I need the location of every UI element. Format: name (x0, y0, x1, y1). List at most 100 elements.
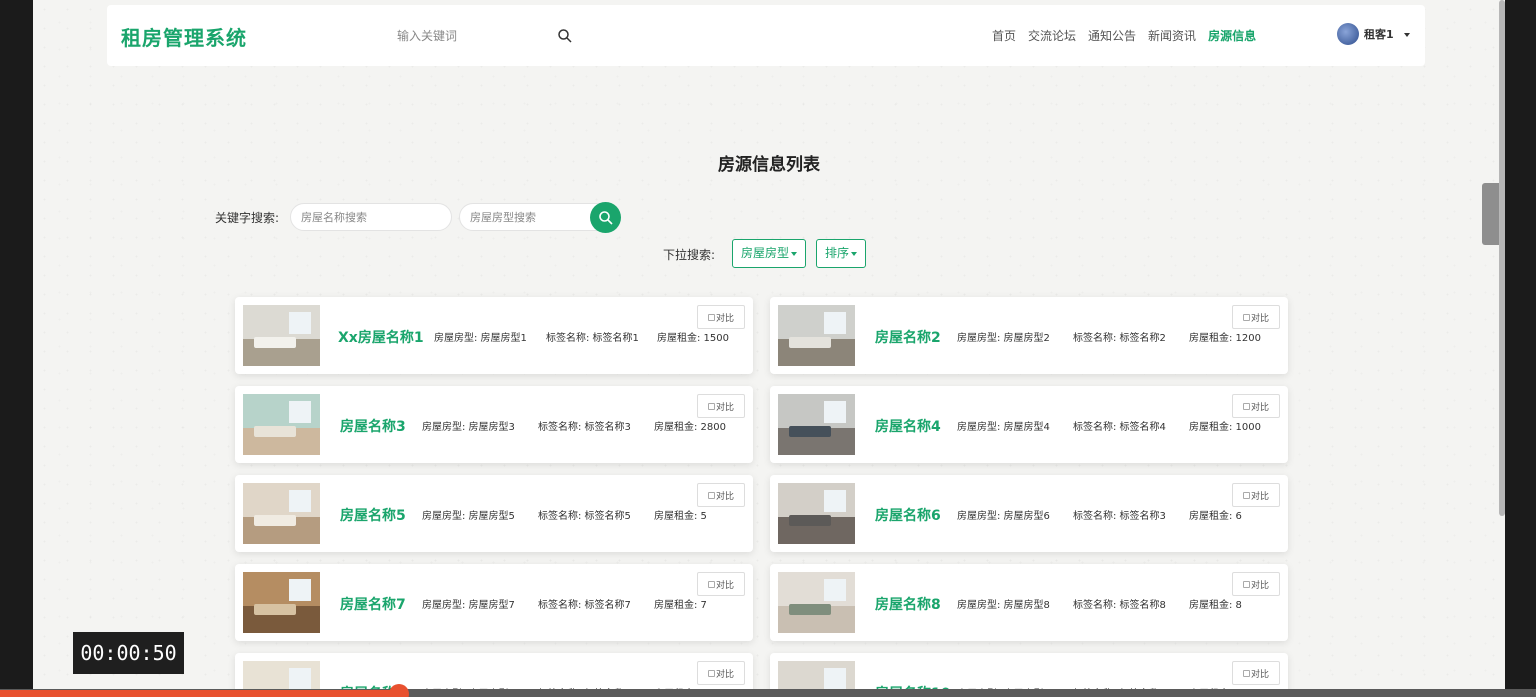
house-thumbnail[interactable] (243, 394, 320, 455)
house-thumbnail[interactable] (243, 483, 320, 544)
nav-item[interactable]: 通知公告 (1088, 27, 1136, 44)
house-tag: 标签名称: 标签名称7 (538, 600, 631, 611)
house-name[interactable]: 房屋名称6 (875, 505, 941, 525)
nav-item[interactable]: 房源信息 (1208, 27, 1256, 44)
compare-checkbox[interactable]: 对比 (697, 572, 745, 596)
compare-checkbox[interactable]: 对比 (697, 394, 745, 418)
main-nav: 首页 交流论坛 通知公告 新闻资讯 房源信息 (992, 27, 1268, 44)
thumbnail-sofa (253, 514, 297, 526)
search-button[interactable] (590, 202, 621, 233)
search-icon[interactable] (557, 28, 573, 44)
house-type: 房屋房型: 房屋房型1 (434, 333, 527, 344)
page: 租房管理系统 首页交流论坛通知公告新闻资讯房源信息 租客1 房源信息列表 关键字… (33, 0, 1505, 697)
checkbox-icon (707, 669, 715, 677)
keyword-search-label: 关键字搜索: (215, 211, 280, 225)
compare-checkbox[interactable]: 对比 (1232, 483, 1280, 507)
house-name[interactable]: 房屋名称8 (875, 594, 941, 614)
caret-down-icon (851, 251, 858, 256)
house-name[interactable]: 房屋名称7 (340, 594, 406, 614)
house-tag: 标签名称: 标签名称1 (546, 333, 639, 344)
checkbox-icon (1242, 669, 1250, 677)
caret-down-icon (791, 251, 798, 256)
sort-dropdown[interactable]: 排序 (816, 239, 867, 268)
compare-label: 对比 (715, 313, 734, 324)
house-rent: 房屋租金: 7 (654, 600, 707, 611)
checkbox-icon (1242, 580, 1250, 588)
house-card[interactable]: 房屋名称2 房屋房型: 房屋房型2 标签名称: 标签名称2 房屋租金: 1200… (770, 297, 1288, 374)
house-rent: 房屋租金: 1000 (1189, 422, 1261, 433)
thumbnail-sofa (788, 514, 832, 526)
thumbnail-sofa (788, 336, 832, 348)
house-rent: 房屋租金: 2800 (654, 422, 726, 433)
house-type: 房屋房型: 房屋房型3 (422, 422, 515, 433)
scrollbar[interactable] (1499, 0, 1505, 516)
nav-item[interactable]: 交流论坛 (1028, 27, 1076, 44)
house-name[interactable]: 房屋名称2 (875, 327, 941, 347)
house-thumbnail[interactable] (778, 305, 855, 366)
thumbnail-sofa (788, 603, 832, 615)
house-tag: 标签名称: 标签名称5 (538, 511, 631, 522)
avatar[interactable] (1337, 23, 1359, 45)
thumbnail-window (289, 490, 311, 513)
house-name[interactable]: 房屋名称4 (875, 416, 941, 436)
house-rent: 房屋租金: 6 (1189, 511, 1242, 522)
compare-label: 对比 (1250, 491, 1269, 502)
house-rent: 房屋租金: 8 (1189, 600, 1242, 611)
compare-label: 对比 (1250, 313, 1269, 324)
house-type: 房屋房型: 房屋房型8 (957, 600, 1050, 611)
thumbnail-window (824, 668, 846, 691)
house-name[interactable]: Xx房屋名称1 (338, 327, 424, 347)
thumbnail-sofa (253, 425, 297, 437)
compare-label: 对比 (715, 491, 734, 502)
house-type: 房屋房型: 房屋房型4 (957, 422, 1050, 433)
house-card[interactable]: 房屋名称5 房屋房型: 房屋房型5 标签名称: 标签名称5 房屋租金: 5 对比 (235, 475, 753, 552)
user-name[interactable]: 租客1 (1364, 26, 1394, 42)
keyword-search-input[interactable] (397, 25, 547, 47)
thumbnail-window (289, 579, 311, 602)
thumbnail-window (824, 312, 846, 335)
compare-checkbox[interactable]: 对比 (1232, 394, 1280, 418)
house-thumbnail[interactable] (778, 483, 855, 544)
compare-checkbox[interactable]: 对比 (697, 661, 745, 685)
compare-checkbox[interactable]: 对比 (697, 305, 745, 329)
house-card[interactable]: 房屋名称8 房屋房型: 房屋房型8 标签名称: 标签名称8 房屋租金: 8 对比 (770, 564, 1288, 641)
compare-label: 对比 (1250, 580, 1269, 591)
house-card[interactable]: 房屋名称6 房屋房型: 房屋房型6 标签名称: 标签名称3 房屋租金: 6 对比 (770, 475, 1288, 552)
video-progress-fill (0, 690, 400, 697)
compare-checkbox[interactable]: 对比 (1232, 305, 1280, 329)
dropdown-search-label: 下拉搜索: (663, 248, 716, 262)
compare-checkbox[interactable]: 对比 (1232, 572, 1280, 596)
site-logo[interactable]: 租房管理系统 (121, 22, 247, 51)
thumbnail-window (824, 490, 846, 513)
house-type: 房屋房型: 房屋房型7 (422, 600, 515, 611)
house-thumbnail[interactable] (243, 572, 320, 633)
chevron-down-icon[interactable] (1403, 33, 1410, 37)
checkbox-icon (707, 491, 715, 499)
house-card[interactable]: Xx房屋名称1 房屋房型: 房屋房型1 标签名称: 标签名称1 房屋租金: 15… (235, 297, 753, 374)
compare-label: 对比 (1250, 402, 1269, 413)
house-card[interactable]: 房屋名称4 房屋房型: 房屋房型4 标签名称: 标签名称4 房屋租金: 1000… (770, 386, 1288, 463)
house-thumbnail[interactable] (243, 305, 320, 366)
compare-label: 对比 (715, 402, 734, 413)
house-card[interactable]: 房屋名称7 房屋房型: 房屋房型7 标签名称: 标签名称7 房屋租金: 7 对比 (235, 564, 753, 641)
house-card[interactable]: 房屋名称3 房屋房型: 房屋房型3 标签名称: 标签名称3 房屋租金: 2800… (235, 386, 753, 463)
house-type-dropdown[interactable]: 房屋房型 (732, 239, 807, 268)
house-thumbnail[interactable] (778, 572, 855, 633)
compare-checkbox[interactable]: 对比 (697, 483, 745, 507)
house-name[interactable]: 房屋名称5 (340, 505, 406, 525)
house-thumbnail[interactable] (778, 394, 855, 455)
user-menu[interactable]: 租客1 (1337, 23, 1410, 45)
checkbox-icon (1242, 313, 1250, 321)
search-icon (598, 210, 613, 225)
house-rent: 房屋租金: 5 (654, 511, 707, 522)
nav-item[interactable]: 首页 (992, 27, 1016, 44)
thumbnail-window (824, 401, 846, 424)
compare-checkbox[interactable]: 对比 (1232, 661, 1280, 685)
house-name-search-input[interactable] (290, 203, 452, 231)
house-name[interactable]: 房屋名称3 (340, 416, 406, 436)
house-tag: 标签名称: 标签名称4 (1073, 422, 1166, 433)
house-tag: 标签名称: 标签名称3 (538, 422, 631, 433)
compare-label: 对比 (715, 669, 734, 680)
compare-label: 对比 (1250, 669, 1269, 680)
nav-item[interactable]: 新闻资讯 (1148, 27, 1196, 44)
